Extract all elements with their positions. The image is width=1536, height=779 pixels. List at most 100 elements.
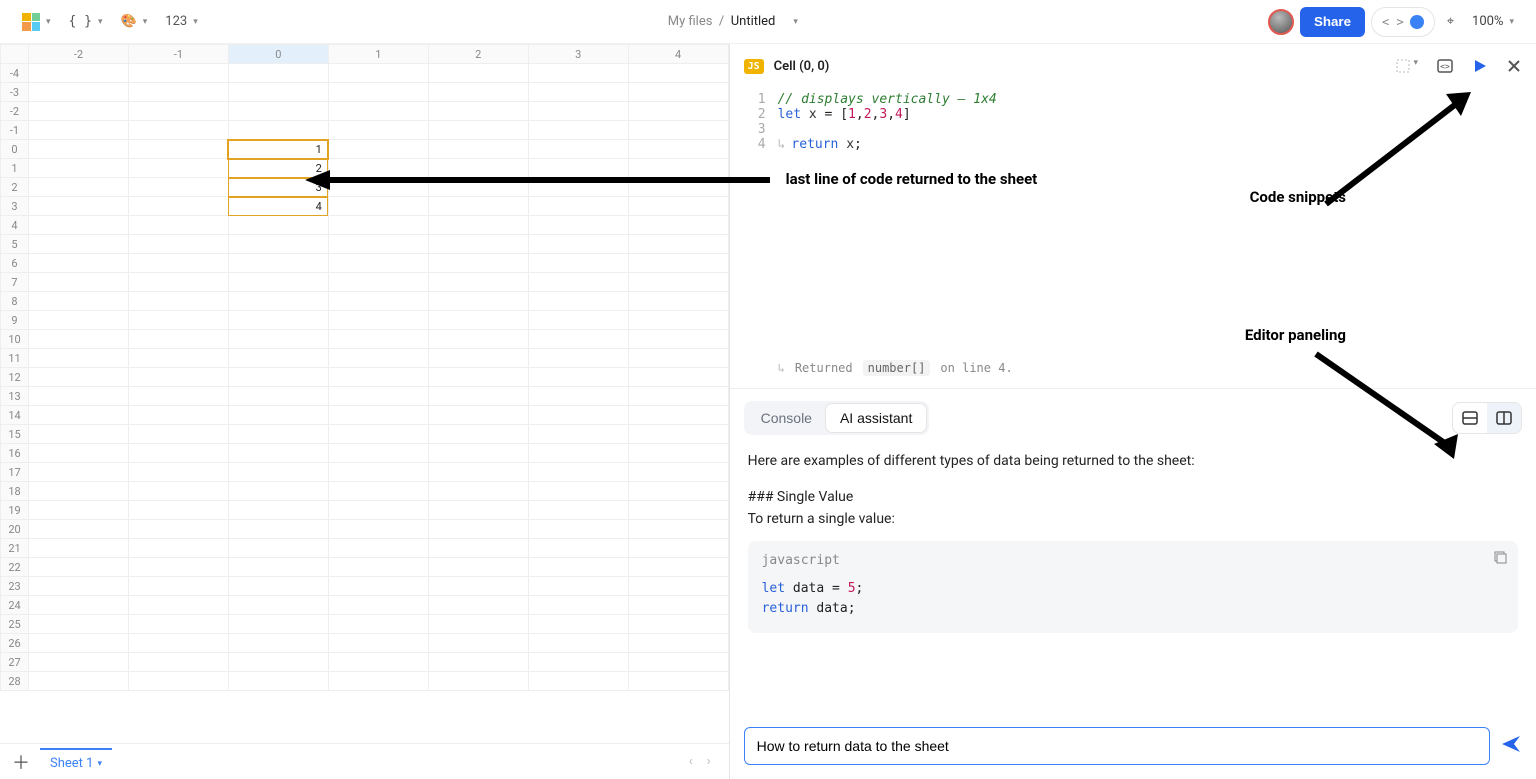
- grid-cell[interactable]: [228, 672, 328, 691]
- grid-cell[interactable]: [29, 178, 129, 197]
- grid-cell[interactable]: [128, 197, 228, 216]
- grid-cell[interactable]: [628, 615, 728, 634]
- grid-cell[interactable]: [29, 558, 129, 577]
- grid-cell[interactable]: [228, 615, 328, 634]
- grid-cell[interactable]: [228, 311, 328, 330]
- grid-cell[interactable]: [128, 273, 228, 292]
- grid-cell[interactable]: [29, 330, 129, 349]
- grid-cell[interactable]: [228, 425, 328, 444]
- grid-cell[interactable]: [528, 520, 628, 539]
- grid-cell[interactable]: [29, 444, 129, 463]
- grid-cell[interactable]: [428, 463, 528, 482]
- grid-cell[interactable]: [228, 596, 328, 615]
- grid-cell[interactable]: [228, 330, 328, 349]
- tab-ai-assistant[interactable]: AI assistant: [826, 404, 926, 432]
- grid-cell[interactable]: [29, 159, 129, 178]
- grid-cell[interactable]: [528, 577, 628, 596]
- grid-cell[interactable]: [628, 273, 728, 292]
- grid-cell[interactable]: [328, 178, 428, 197]
- col-header[interactable]: 3: [528, 45, 628, 64]
- grid-cell[interactable]: [528, 672, 628, 691]
- theme-menu[interactable]: 🎨: [115, 7, 154, 37]
- sheet-tab[interactable]: Sheet 1: [40, 748, 112, 775]
- grid-cell[interactable]: [628, 368, 728, 387]
- grid-cell[interactable]: [228, 577, 328, 596]
- grid-cell[interactable]: [29, 292, 129, 311]
- grid-cell[interactable]: [29, 501, 129, 520]
- grid-cell[interactable]: [628, 64, 728, 83]
- grid-cell[interactable]: [128, 406, 228, 425]
- grid-cell[interactable]: [328, 558, 428, 577]
- grid-cell[interactable]: [528, 387, 628, 406]
- grid-cell[interactable]: [628, 254, 728, 273]
- grid-cell[interactable]: [29, 615, 129, 634]
- grid-cell[interactable]: [228, 558, 328, 577]
- grid-cell[interactable]: [128, 368, 228, 387]
- grid-cell[interactable]: [228, 463, 328, 482]
- grid-cell[interactable]: [328, 387, 428, 406]
- grid-cell[interactable]: [29, 425, 129, 444]
- row-header[interactable]: -1: [1, 121, 29, 140]
- grid-cell[interactable]: [628, 216, 728, 235]
- layout-vertical-button[interactable]: [1487, 403, 1521, 433]
- grid-cell[interactable]: [328, 83, 428, 102]
- grid-cell[interactable]: [428, 615, 528, 634]
- grid-cell[interactable]: 1: [228, 140, 328, 159]
- code-editor[interactable]: 1// displays vertically — 1x4 2let x = […: [730, 88, 1536, 152]
- grid-cell[interactable]: [29, 463, 129, 482]
- grid-cell[interactable]: [528, 558, 628, 577]
- grid-cell[interactable]: [628, 425, 728, 444]
- row-header[interactable]: 7: [1, 273, 29, 292]
- row-header[interactable]: 28: [1, 672, 29, 691]
- avatar[interactable]: [1268, 9, 1294, 35]
- grid-cell[interactable]: [628, 634, 728, 653]
- grid-cell[interactable]: [29, 368, 129, 387]
- grid-cell[interactable]: [328, 596, 428, 615]
- command-palette-button[interactable]: ⌖: [1441, 7, 1460, 37]
- grid-cell[interactable]: [628, 292, 728, 311]
- run-button[interactable]: [1472, 58, 1488, 74]
- grid-cell[interactable]: [528, 501, 628, 520]
- grid-cell[interactable]: [228, 501, 328, 520]
- grid-cell[interactable]: [428, 235, 528, 254]
- row-header[interactable]: 24: [1, 596, 29, 615]
- row-header[interactable]: 15: [1, 425, 29, 444]
- grid-cell[interactable]: [528, 140, 628, 159]
- grid-cell[interactable]: [29, 406, 129, 425]
- grid-cell[interactable]: [128, 235, 228, 254]
- breadcrumb-root[interactable]: My files: [668, 14, 713, 29]
- grid-cell[interactable]: [328, 653, 428, 672]
- grid-cell[interactable]: [528, 273, 628, 292]
- grid-cell[interactable]: [528, 102, 628, 121]
- grid-cell[interactable]: [29, 216, 129, 235]
- grid-cell[interactable]: [628, 178, 728, 197]
- grid-cell[interactable]: [128, 444, 228, 463]
- grid-cell[interactable]: [328, 159, 428, 178]
- row-header[interactable]: 5: [1, 235, 29, 254]
- grid-cell[interactable]: [528, 216, 628, 235]
- grid-cell[interactable]: [528, 292, 628, 311]
- grid-cell[interactable]: [328, 577, 428, 596]
- grid-cell[interactable]: [628, 520, 728, 539]
- grid-cell[interactable]: [428, 216, 528, 235]
- grid-cell[interactable]: [228, 444, 328, 463]
- grid-cell[interactable]: [628, 102, 728, 121]
- grid-cell[interactable]: [328, 330, 428, 349]
- grid-cell[interactable]: [528, 368, 628, 387]
- grid-cell[interactable]: [128, 539, 228, 558]
- grid-cell[interactable]: [228, 216, 328, 235]
- tab-console[interactable]: Console: [747, 404, 826, 432]
- row-header[interactable]: 13: [1, 387, 29, 406]
- grid-cell[interactable]: [428, 159, 528, 178]
- grid-cell[interactable]: [29, 482, 129, 501]
- grid-cell[interactable]: [128, 311, 228, 330]
- grid-cell[interactable]: [528, 83, 628, 102]
- row-header[interactable]: 19: [1, 501, 29, 520]
- grid-cell[interactable]: [428, 482, 528, 501]
- grid-cell[interactable]: [29, 83, 129, 102]
- col-header[interactable]: 4: [628, 45, 728, 64]
- grid-cell[interactable]: [328, 64, 428, 83]
- grid-cell[interactable]: [228, 273, 328, 292]
- row-header[interactable]: 21: [1, 539, 29, 558]
- grid-cell[interactable]: [29, 273, 129, 292]
